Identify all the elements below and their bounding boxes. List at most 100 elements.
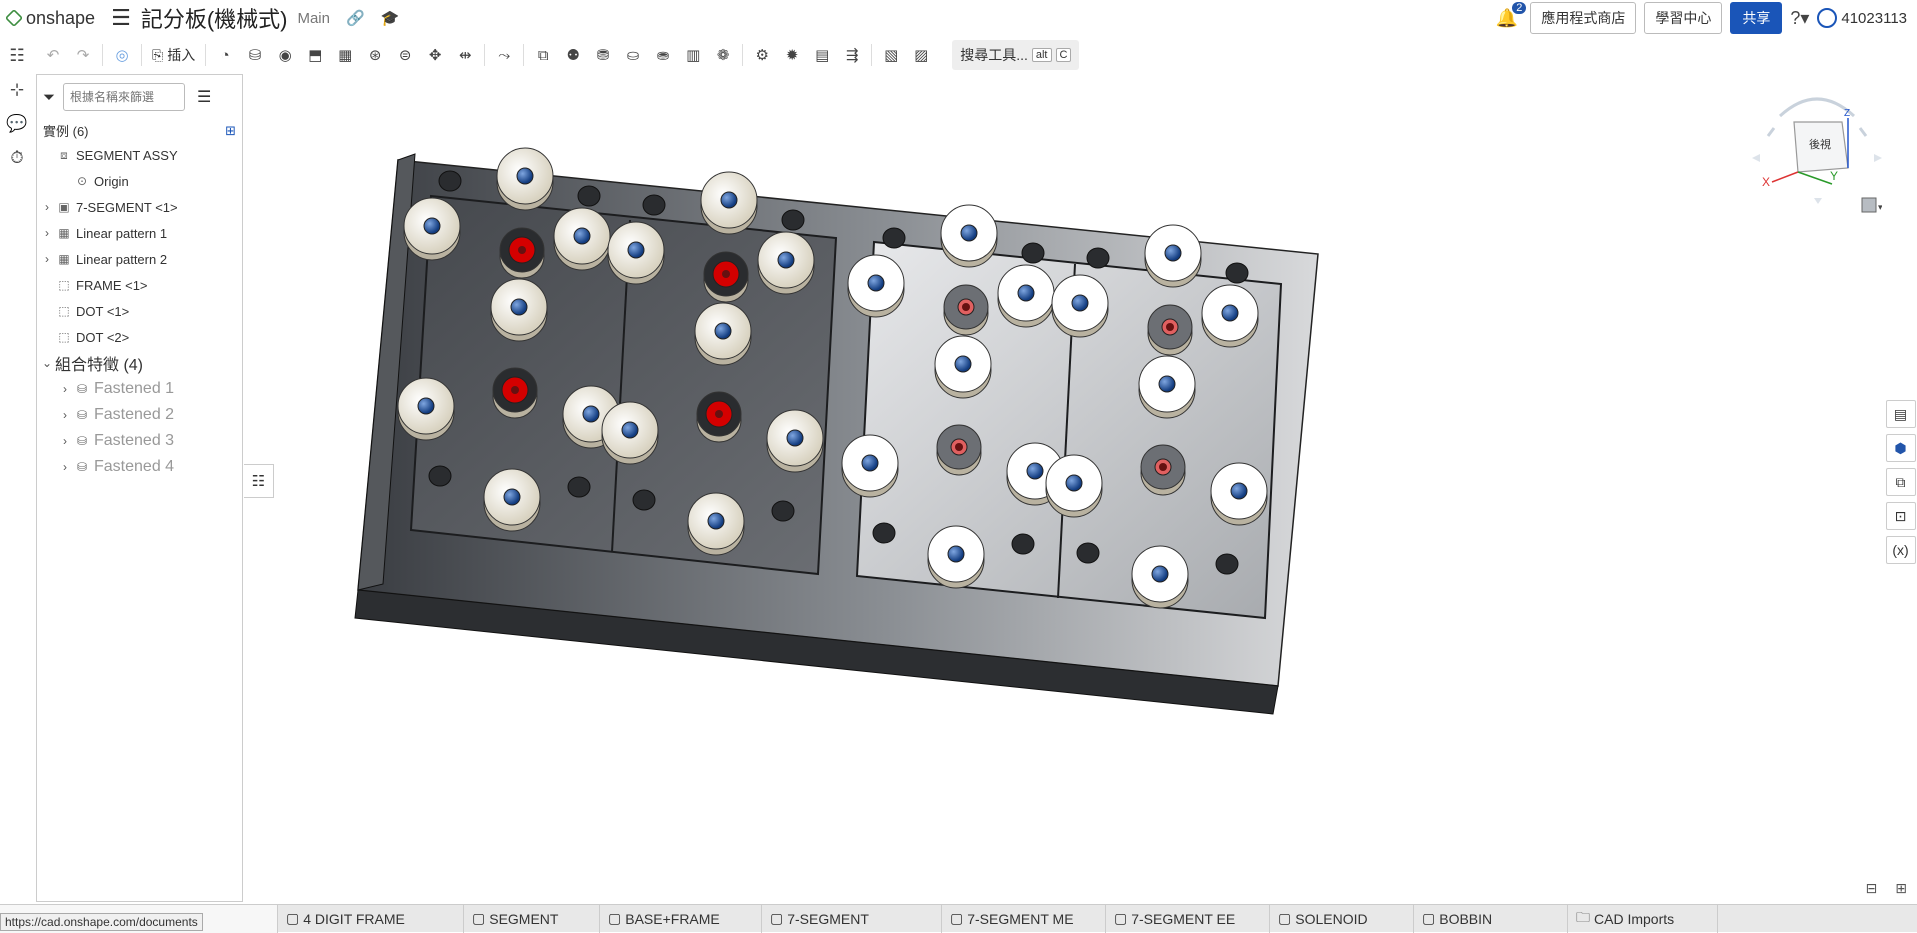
tab-document-element[interactable]: ▢ 7-SEGMENT EE [1106, 904, 1270, 933]
segment-disc[interactable] [607, 221, 665, 285]
undo-icon[interactable]: ↶ [38, 40, 68, 70]
mate-connector-icon[interactable]: ⚉ [558, 40, 588, 70]
segment-disc[interactable] [1147, 304, 1193, 356]
chevron-right-icon[interactable]: › [57, 434, 73, 448]
red-dot-segment[interactable] [492, 367, 538, 419]
mate-values-panel-icon[interactable]: ⊡ [1885, 502, 1916, 530]
segment-disc[interactable] [496, 147, 554, 211]
pin-slot-mate-icon[interactable]: ⊜ [390, 40, 420, 70]
chevron-right-icon[interactable]: › [57, 408, 73, 422]
tree-item[interactable]: ⬚ DOT <2> [37, 324, 242, 350]
segment-disc[interactable] [1210, 462, 1268, 526]
slider-mate-icon[interactable]: ⬒ [300, 40, 330, 70]
parallel-mate-icon[interactable]: ⇹ [450, 40, 480, 70]
segment-disc[interactable] [1140, 444, 1186, 496]
filter-input[interactable] [63, 83, 186, 111]
gear-relation-icon[interactable]: ⛃ [588, 40, 618, 70]
user-menu[interactable]: 41023113 [1817, 8, 1907, 28]
mates-header[interactable]: ⌄ 組合特徵 (4) [37, 350, 242, 376]
list-view-icon[interactable]: ☰ [197, 87, 211, 107]
graphics-area[interactable] [243, 74, 1883, 896]
planar-mate-icon[interactable]: ▦ [330, 40, 360, 70]
chevron-right-icon[interactable]: › [39, 200, 55, 214]
filter-icon[interactable]: ⏷ [43, 89, 55, 106]
learning-cap-icon[interactable]: 🎓 [381, 9, 400, 27]
mate-item[interactable]: › ⛁ Fastened 3 [37, 428, 242, 454]
segment-disc[interactable] [757, 231, 815, 295]
segment-disc[interactable] [841, 434, 899, 498]
bom-panel-icon[interactable]: ⧉ [1885, 468, 1916, 496]
share-button[interactable]: 共享 [1730, 2, 1783, 34]
tree-item[interactable]: › ▦ Linear pattern 1 [37, 220, 242, 246]
tree-item[interactable]: ⊙ Origin [37, 168, 242, 194]
segment-disc[interactable] [927, 525, 985, 589]
feature-list-icon[interactable]: ☷ [9, 46, 24, 66]
chevron-right-icon[interactable]: › [39, 226, 55, 240]
segment-disc[interactable] [940, 204, 998, 268]
help-icon[interactable]: ?▾ [1790, 8, 1809, 29]
segment-disc[interactable] [1138, 355, 1196, 419]
segment-disc[interactable] [700, 171, 758, 235]
segment-disc[interactable] [694, 302, 752, 366]
tree-item[interactable]: › ▦ Linear pattern 2 [37, 246, 242, 272]
segment-disc[interactable] [1051, 274, 1109, 338]
add-mate-icon[interactable]: ⊹ [10, 80, 24, 100]
segment-disc[interactable] [1045, 454, 1103, 518]
tree-item[interactable]: ⬚ FRAME <1> [37, 272, 242, 298]
explode-icon[interactable]: ✹ [777, 40, 807, 70]
section-view-icon[interactable]: ⊞ [1895, 880, 1907, 897]
linear-pattern-icon[interactable]: ▥ [678, 40, 708, 70]
rack-pinion-icon[interactable]: ⛀ [618, 40, 648, 70]
tab-document-element[interactable]: ▢ SEGMENT [464, 904, 600, 933]
cylindrical-mate-icon[interactable]: ⊛ [360, 40, 390, 70]
segment-disc[interactable] [601, 401, 659, 465]
segment-disc[interactable] [1144, 224, 1202, 288]
onshape-logo[interactable]: onshape [4, 8, 95, 29]
tab-document-element[interactable]: ▢ 7-SEGMENT ME [942, 904, 1106, 933]
tab-document-element[interactable]: ▢ BOBBIN [1414, 904, 1568, 933]
redo-icon[interactable]: ↷ [68, 40, 98, 70]
tab-document-element[interactable]: ▢ 4 DIGIT FRAME [278, 904, 464, 933]
tab-document-element[interactable]: ▢ SOLENOID [1270, 904, 1414, 933]
configurations-icon[interactable]: ▨ [906, 40, 936, 70]
red-dot-segment[interactable] [703, 251, 749, 303]
segment-disc[interactable] [934, 335, 992, 399]
segment-disc[interactable] [1201, 284, 1259, 348]
view-cube[interactable]: 後視 X Y Z ▾ [1752, 88, 1883, 238]
chevron-right-icon[interactable]: › [57, 382, 73, 396]
circular-pattern-icon[interactable]: ❁ [708, 40, 738, 70]
bom-icon[interactable]: ▧ [876, 40, 906, 70]
segment-disc[interactable] [1131, 545, 1189, 609]
tangent-mate-icon[interactable]: ⤳ [489, 40, 519, 70]
app-store-button[interactable]: 應用程式商店 [1530, 2, 1637, 34]
replicate-icon[interactable]: ◔ [210, 40, 240, 70]
segment-disc[interactable] [847, 254, 905, 318]
search-tools-button[interactable]: 搜尋工具... alt C [952, 40, 1080, 70]
view-left-arrow-icon[interactable] [1752, 154, 1760, 162]
chevron-right-icon[interactable]: › [39, 252, 55, 266]
main-menu-icon[interactable]: ☰ [111, 5, 131, 31]
segment-disc[interactable] [490, 278, 548, 342]
segment-disc[interactable] [766, 409, 824, 473]
mate-item[interactable]: › ⛁ Fastened 1 [37, 376, 242, 402]
chevron-right-icon[interactable]: › [57, 460, 73, 474]
history-icon[interactable]: ⏱ [10, 148, 23, 168]
segment-disc[interactable] [483, 468, 541, 532]
properties-panel-icon[interactable]: ▤ [1885, 400, 1916, 428]
segment-disc[interactable] [943, 284, 989, 336]
view-down-arrow-icon[interactable] [1814, 198, 1822, 204]
segment-disc[interactable] [936, 424, 982, 476]
view-right-arrow-icon[interactable] [1874, 154, 1882, 162]
tree-item[interactable]: ⬚ DOT <1> [37, 298, 242, 324]
segment-disc[interactable] [687, 492, 745, 556]
segment-disc[interactable] [553, 207, 611, 271]
mate-item[interactable]: › ⛁ Fastened 4 [37, 454, 242, 480]
red-dot-segment[interactable] [696, 391, 742, 443]
tab-document-element[interactable]: ▢ 7-SEGMENT [762, 904, 942, 933]
variables-panel-icon[interactable]: (x) [1885, 536, 1916, 564]
fastened-mate-icon[interactable]: ⛁ [240, 40, 270, 70]
segment-disc[interactable] [397, 377, 455, 441]
assembly-render[interactable] [243, 74, 1883, 896]
appearance-panel-icon[interactable]: ⬢ [1885, 434, 1916, 462]
link-icon[interactable]: 🔗 [346, 9, 365, 27]
